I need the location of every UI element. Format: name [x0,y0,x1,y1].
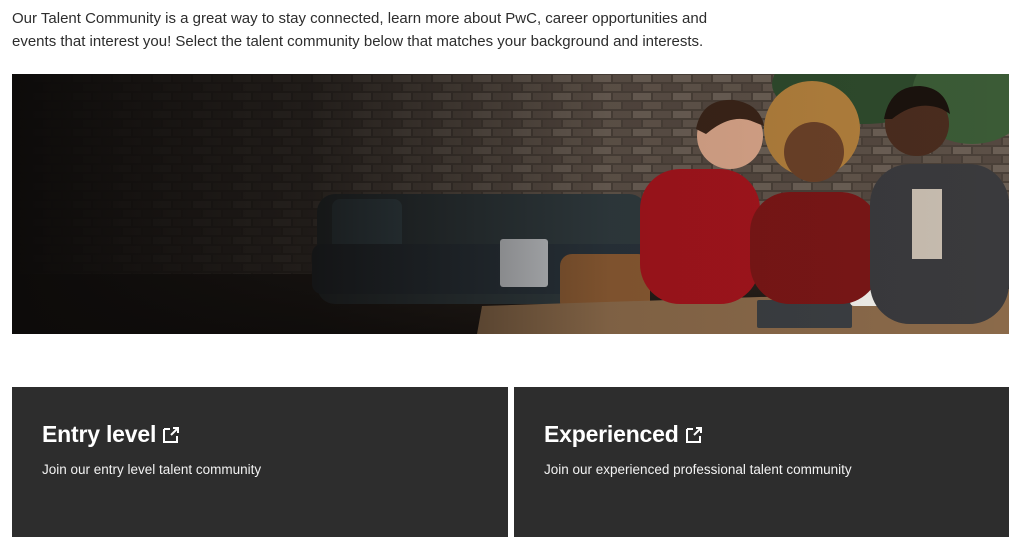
entry-level-title: Entry level [42,421,157,447]
entry-level-card[interactable]: Entry level Join our entry level talent … [12,387,508,537]
entry-level-title-link[interactable]: Entry level [42,421,180,448]
hero-image [12,74,1009,334]
experienced-title: Experienced [544,421,679,447]
entry-level-description: Join our entry level talent community [42,462,262,477]
experienced-card[interactable]: Experienced Join our experienced profess… [514,387,1009,537]
experienced-description: Join our experienced professional talent… [544,462,852,477]
external-link-icon [163,426,180,443]
intro-line-2: events that interest you! Select the tal… [12,33,704,50]
external-link-icon [685,426,702,443]
intro-text: Our Talent Community is a great way to s… [12,7,772,53]
intro-line-1: Our Talent Community is a great way to s… [12,10,708,27]
experienced-title-link[interactable]: Experienced [544,421,703,448]
